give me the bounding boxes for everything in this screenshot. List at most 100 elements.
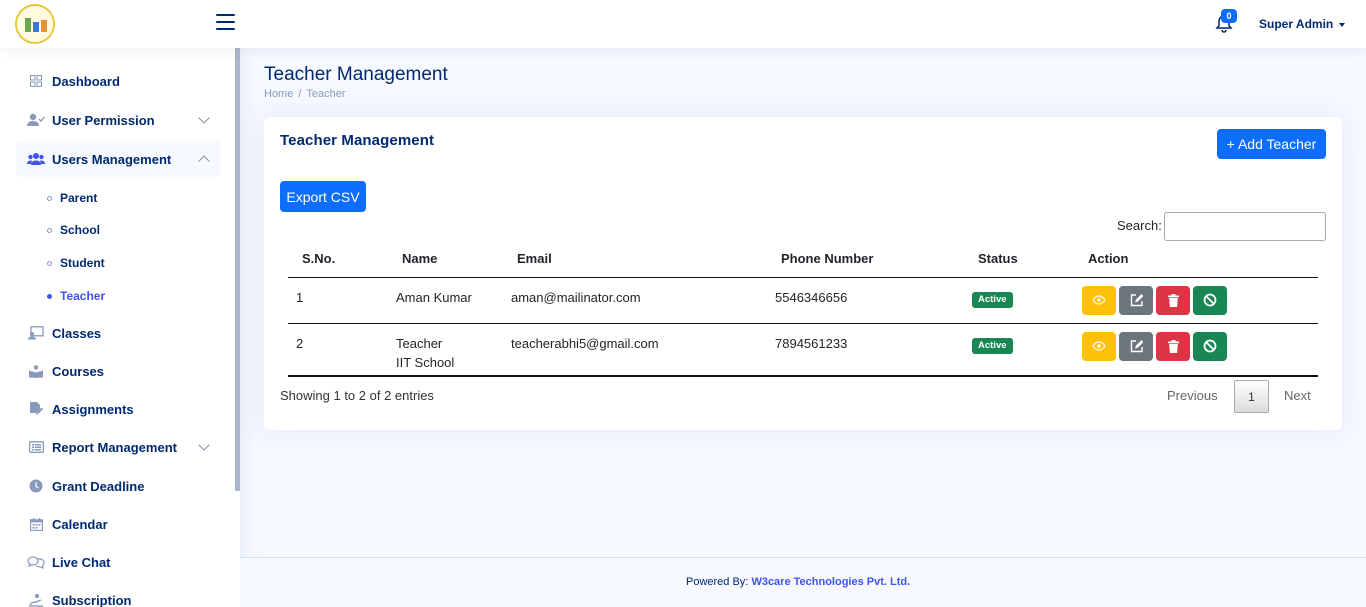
sidebar-item-live-chat[interactable]: Live Chat [16,544,220,580]
breadcrumb-current: Teacher [306,88,346,100]
sidebar-item-label: Users Management [52,151,172,167]
cell-email: aman@mailinator.com [503,277,767,324]
breadcrumb-home[interactable]: Home [264,88,293,100]
table-row: 2 Teacher IIT School teacherabhi5@gmail.… [288,323,1318,377]
file-edit-icon [26,399,46,419]
cell-phone: 7894561233 [767,323,964,377]
pagination-previous[interactable]: Previous [1167,388,1218,403]
sidebar-subitem-label: Teacher [60,289,106,303]
caret-down-icon [1339,22,1346,27]
pagination-next[interactable]: Next [1284,388,1311,403]
footer-company-link[interactable]: W3care Technologies Pvt. Ltd. [751,576,910,588]
teacher-table: S.No. Name Email Phone Number Status Act… [288,241,1318,377]
sidebar-item-users-management[interactable]: Users Management [16,141,220,177]
sidebar-subitem-label: Student [60,256,105,270]
cell-email: teacherabhi5@gmail.com [503,323,767,377]
footer-prefix: Powered By: [686,576,749,588]
sidebar-subitem-school[interactable]: School [47,223,100,237]
top-header: 0 Super Admin [0,0,1366,48]
cell-actions [1074,277,1318,324]
name-line: Aman Kumar [396,289,472,305]
table-info: Showing 1 to 2 of 2 entries [280,388,434,403]
view-button[interactable] [1082,285,1116,315]
subscription-icon [26,590,46,607]
sidebar-item-subscription[interactable]: Subscription [16,582,220,607]
search-label: Search: [1117,218,1162,233]
column-header-email[interactable]: Email [503,241,767,278]
ban-icon [1203,293,1217,307]
sidebar-item-report-management[interactable]: Report Management [16,429,220,465]
block-button[interactable] [1193,285,1227,315]
sidebar-item-dashboard[interactable]: Dashboard [16,63,220,99]
menu-toggle-icon[interactable] [216,14,235,31]
sidebar-item-courses[interactable]: Courses [16,353,220,389]
column-header-action: Action [1074,241,1318,278]
chevron-down-icon [198,112,210,124]
chevron-up-icon [198,155,210,167]
sidebar-subitem-student[interactable]: Student [47,256,105,270]
sidebar-item-assignments[interactable]: Assignments [16,391,220,427]
sidebar-subitem-label: School [60,223,101,237]
breadcrumb-separator: / [298,88,302,100]
circle-icon [47,260,52,266]
add-teacher-button[interactable]: + Add Teacher [1217,129,1326,159]
people-icon [26,149,46,169]
pagination-page[interactable]: 1 [1234,380,1269,413]
breadcrumb: Home / Teacher [264,88,346,100]
delete-button[interactable] [1156,331,1190,361]
sidebar-item-user-permission[interactable]: User Permission [16,102,220,138]
calendar-icon [26,514,46,534]
edit-button[interactable] [1119,285,1153,315]
chat-icon [26,552,46,572]
column-header-name[interactable]: Name [388,241,503,278]
logo-shape [33,22,39,32]
chevron-down-icon [198,439,210,451]
sidebar-item-classes[interactable]: Classes [16,315,220,351]
sidebar-subitem-teacher[interactable]: Teacher [47,289,105,303]
profile-dropdown[interactable]: Super Admin [1259,17,1346,31]
delete-button[interactable] [1156,285,1190,315]
person-video-icon [26,323,46,343]
profile-name: Super Admin [1259,17,1334,31]
eye-icon [1092,295,1106,305]
teacher-card: Teacher Management + Add Teacher Export … [264,117,1342,430]
name-line: IIT School [396,354,455,370]
cell-phone: 5546346656 [767,277,964,324]
sidebar-item-label: Live Chat [52,554,111,570]
edit-button[interactable] [1119,331,1153,361]
ban-icon [1203,339,1217,353]
column-header-phone[interactable]: Phone Number [767,241,964,278]
cell-sno: 2 [288,323,388,377]
list-icon [26,437,46,457]
notification-badge: 0 [1221,9,1237,23]
view-button[interactable] [1082,331,1116,361]
column-header-sno[interactable]: S.No. [288,241,388,278]
sidebar-subitem-label: Parent [60,191,98,205]
sidebar-scrollbar[interactable] [235,48,240,491]
logo-shape [41,20,47,32]
sidebar-item-grant-deadline[interactable]: Grant Deadline [16,468,220,504]
sidebar-item-label: Report Management [52,439,177,455]
trash-icon [1167,339,1179,353]
sidebar-item-label: Subscription [52,592,132,607]
sidebar-item-calendar[interactable]: Calendar [16,506,220,542]
edit-icon [1130,293,1143,306]
sidebar-subitem-parent[interactable]: Parent [47,191,97,205]
sidebar-item-label: Classes [52,325,102,341]
block-button[interactable] [1193,331,1227,361]
status-badge: Active [972,291,1013,308]
circle-icon [47,227,52,233]
app-logo[interactable] [15,4,55,44]
sidebar-item-label: User Permission [52,112,155,128]
cell-sno: 1 [288,277,388,324]
search-input[interactable] [1164,212,1326,241]
logo-shape [25,18,31,32]
eye-icon [1092,341,1106,351]
column-header-status[interactable]: Status [964,241,1074,278]
status-badge: Active [972,337,1013,354]
export-csv-button[interactable]: Export CSV [280,181,366,212]
clock-icon [26,476,46,496]
edit-icon [1130,339,1143,352]
user-check-icon [26,110,46,130]
sidebar-item-label: Calendar [52,516,108,532]
